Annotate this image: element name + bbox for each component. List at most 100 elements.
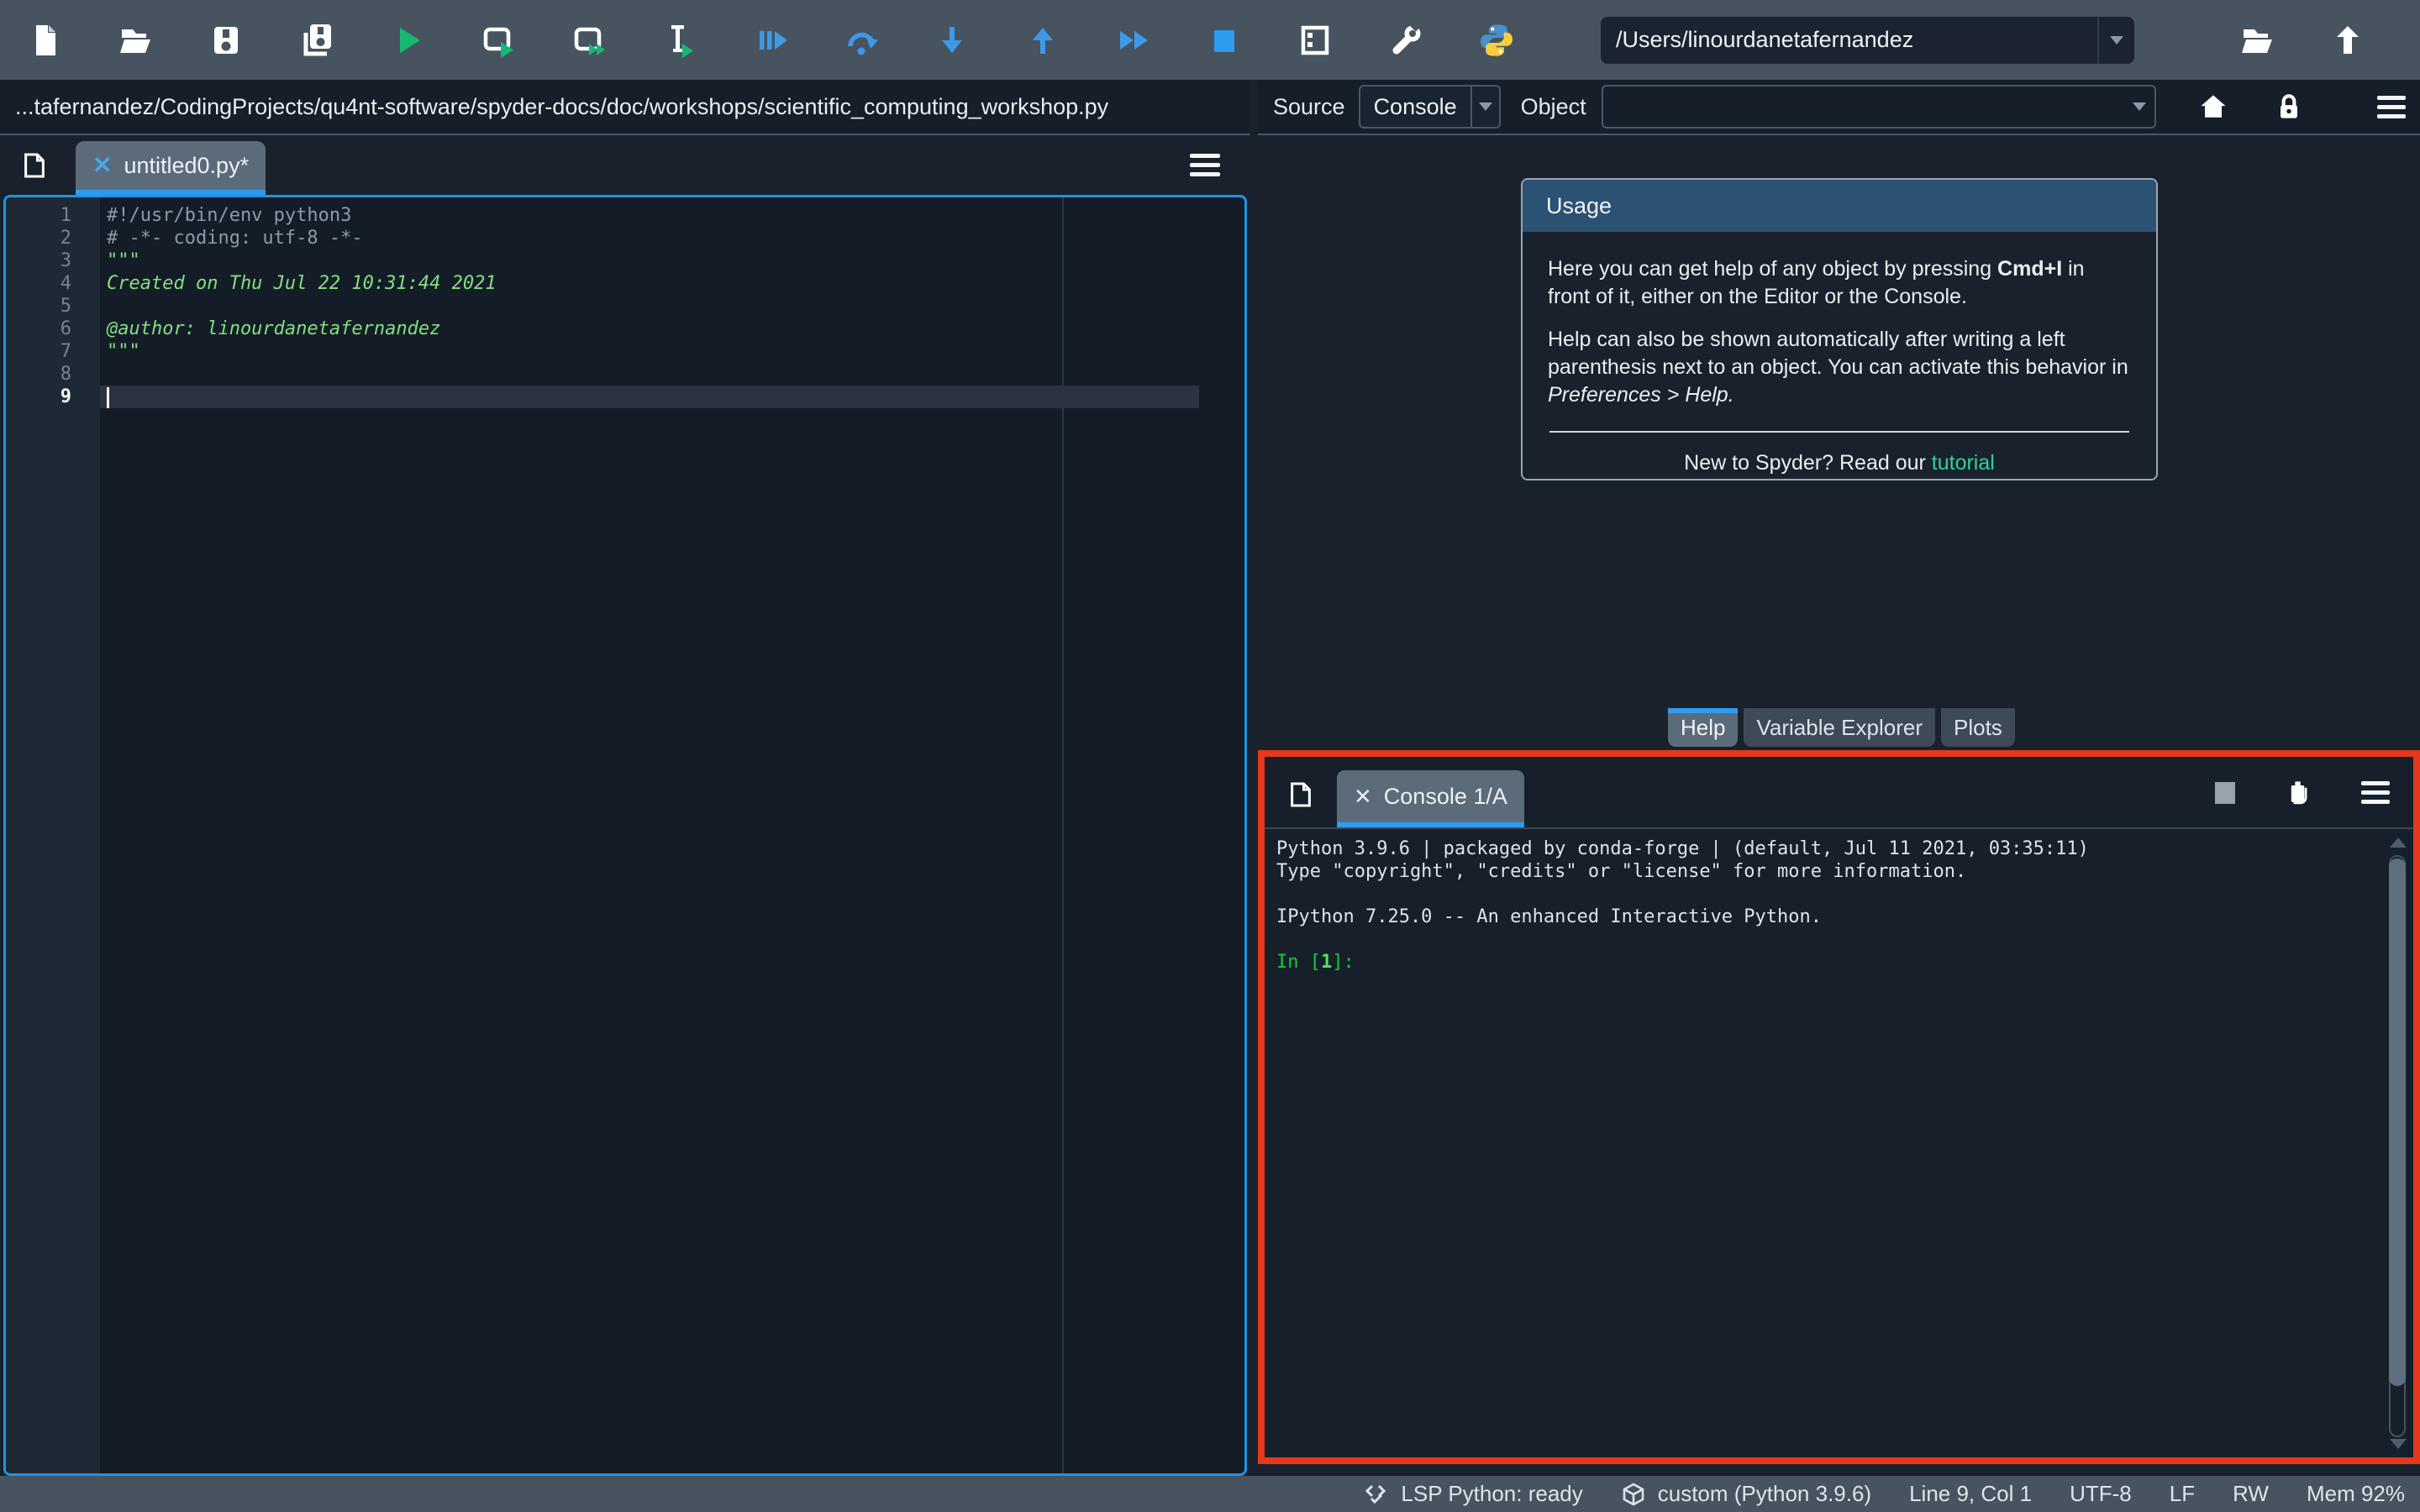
source-select-value: Console xyxy=(1360,94,1470,120)
home-icon[interactable] xyxy=(2196,90,2230,123)
console-line: Python 3.9.6 | packaged by conda-forge |… xyxy=(1276,837,2402,860)
usage-card-body: Here you can get help of any object by p… xyxy=(1523,232,2156,477)
editor-options-menu-icon[interactable] xyxy=(1190,154,1220,176)
line-number: 1 xyxy=(6,204,100,227)
parent-directory-icon[interactable] xyxy=(2329,22,2366,59)
browse-tabs-icon[interactable] xyxy=(18,150,50,181)
source-label: Source xyxy=(1273,94,1345,120)
memory-status: Mem 92% xyxy=(2307,1481,2405,1507)
save-icon[interactable] xyxy=(208,22,245,59)
step-into-icon[interactable] xyxy=(934,22,971,59)
usage-card-title: Usage xyxy=(1523,180,2156,232)
scrollbar-thumb[interactable] xyxy=(2389,858,2406,1386)
console-output[interactable]: Python 3.9.6 | packaged by conda-forge |… xyxy=(1265,829,2413,982)
code-area[interactable]: #!/usr/bin/env python3 # -*- coding: utf… xyxy=(100,197,1244,1473)
close-tab-icon[interactable]: ✕ xyxy=(92,154,112,177)
usage-paragraph-1: Here you can get help of any object by p… xyxy=(1548,255,2131,311)
code-line xyxy=(100,295,1244,318)
help-options-menu-icon[interactable] xyxy=(2377,96,2406,118)
usage-paragraph-2: Help can also be shown automatically aft… xyxy=(1548,326,2131,409)
preferences-wrench-icon[interactable] xyxy=(1387,22,1424,59)
interrupt-kernel-icon[interactable] xyxy=(2215,782,2235,804)
lsp-code-check-icon xyxy=(1364,1482,1389,1507)
current-line-number: 9 xyxy=(6,386,100,408)
encoding-status: UTF-8 xyxy=(2070,1481,2132,1507)
chevron-down-icon xyxy=(2110,36,2123,45)
line-number: 7 xyxy=(6,340,100,363)
code-line: # -*- coding: utf-8 -*- xyxy=(100,227,1244,249)
working-directory-dropdown[interactable] xyxy=(2097,17,2134,64)
close-tab-icon[interactable]: ✕ xyxy=(1354,784,1372,810)
tutorial-link[interactable]: tutorial xyxy=(1932,451,1995,475)
console-tab-label: Console 1/A xyxy=(1384,784,1507,810)
lock-icon[interactable] xyxy=(2272,90,2306,123)
console-prompt: In [1]: xyxy=(1276,951,2402,974)
help-pane: Usage Here you can get help of any objec… xyxy=(1258,135,2420,708)
working-directory-combobox[interactable]: /Users/linourdanetafernandez xyxy=(1601,17,2134,64)
scroll-down-arrow-icon[interactable] xyxy=(2390,1439,2407,1449)
step-out-icon[interactable] xyxy=(1024,22,1061,59)
console-tab[interactable]: ✕ Console 1/A xyxy=(1337,770,1524,827)
source-select-dropdown[interactable] xyxy=(1470,87,1499,127)
usage-divider xyxy=(1549,431,2129,433)
text-cursor xyxy=(107,387,109,408)
browse-tabs-icon[interactable] xyxy=(1285,779,1317,811)
status-bar: LSP Python: ready custom (Python 3.9.6) … xyxy=(0,1476,2420,1512)
line-number-gutter: 1 2 3 4 5 6 7 8 9 xyxy=(6,197,100,1473)
file-path-breadcrumb: ...tafernandez/CodingProjects/qu4nt-soft… xyxy=(0,80,1250,135)
chevron-down-icon xyxy=(2133,102,2146,111)
console-scrollbar[interactable] xyxy=(2388,837,2408,1449)
run-icon[interactable] xyxy=(389,22,426,59)
usage-card: Usage Here you can get help of any objec… xyxy=(1521,178,2158,480)
cursor-position-status: Line 9, Col 1 xyxy=(1909,1481,2032,1507)
debug-icon[interactable] xyxy=(752,22,789,59)
save-all-icon[interactable] xyxy=(298,22,335,59)
open-file-icon[interactable] xyxy=(117,22,154,59)
working-directory-value[interactable]: /Users/linourdanetafernandez xyxy=(1601,27,2097,53)
console-line: Type "copyright", "credits" or "license"… xyxy=(1276,860,2402,883)
continue-icon[interactable] xyxy=(1115,22,1152,59)
editor-tab-untitled0[interactable]: ✕ untitled0.py* xyxy=(76,141,266,195)
spyder-window: /Users/linourdanetafernandez ...tafernan… xyxy=(0,0,2420,1512)
maximize-pane-icon[interactable] xyxy=(1297,22,1334,59)
remove-variables-trash-icon[interactable] xyxy=(2281,777,2315,811)
stop-icon[interactable] xyxy=(1206,22,1243,59)
run-cell-icon[interactable] xyxy=(480,22,517,59)
line-number: 3 xyxy=(6,249,100,272)
object-combobox[interactable] xyxy=(1602,85,2156,129)
code-editor[interactable]: 1 2 3 4 5 6 7 8 9 #!/usr/bin/env python3… xyxy=(3,195,1247,1476)
package-cube-icon xyxy=(1621,1482,1646,1507)
chevron-down-icon xyxy=(1479,102,1492,111)
code-line xyxy=(100,363,1244,386)
run-selection-icon[interactable] xyxy=(661,22,698,59)
line-number: 6 xyxy=(6,318,100,340)
run-cell-advance-icon[interactable] xyxy=(571,22,608,59)
tab-plots[interactable]: Plots xyxy=(1941,708,2015,747)
new-file-icon[interactable] xyxy=(26,22,63,59)
console-line xyxy=(1276,883,2402,906)
main-toolbar: /Users/linourdanetafernandez xyxy=(0,0,2420,80)
code-line: #!/usr/bin/env python3 xyxy=(100,204,1244,227)
lsp-status: LSP Python: ready xyxy=(1364,1481,1582,1507)
tab-help[interactable]: Help xyxy=(1668,708,1738,747)
line-number: 4 xyxy=(6,272,100,295)
console-options-menu-icon[interactable] xyxy=(2361,781,2390,804)
python-logo-icon xyxy=(1478,22,1515,59)
usage-footer: New to Spyder? Read our tutorial xyxy=(1548,449,2131,477)
console-line xyxy=(1276,928,2402,951)
ipython-console-pane: ✕ Console 1/A Python 3.9.6 | packaged by… xyxy=(1258,750,2420,1464)
scroll-up-arrow-icon[interactable] xyxy=(2390,837,2407,848)
source-select[interactable]: Console xyxy=(1359,85,1501,129)
console-line: IPython 7.25.0 -- An enhanced Interactiv… xyxy=(1276,906,2402,928)
tab-variable-explorer[interactable]: Variable Explorer xyxy=(1744,708,1935,747)
editor-tabbar: ✕ untitled0.py* xyxy=(0,135,1250,195)
current-code-line xyxy=(100,386,1199,408)
object-label: Object xyxy=(1521,94,1586,120)
line-number: 2 xyxy=(6,227,100,249)
eol-status: LF xyxy=(2170,1481,2195,1507)
editor-tab-label: untitled0.py* xyxy=(124,153,249,179)
permissions-status: RW xyxy=(2233,1481,2269,1507)
help-pane-header: Source Console Object xyxy=(1258,80,2420,135)
step-over-icon[interactable] xyxy=(843,22,880,59)
browse-directory-icon[interactable] xyxy=(2238,22,2275,59)
